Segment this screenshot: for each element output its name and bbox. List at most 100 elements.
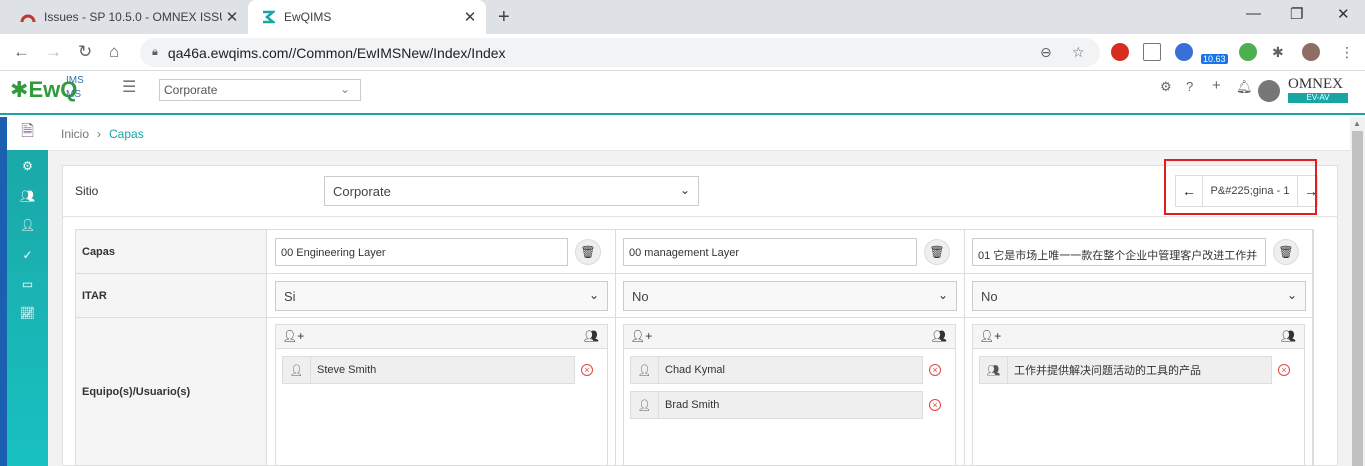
browser-tab-bar: Issues - SP 10.5.0 - OMNEX ISSUE ✕ EwQIM… <box>0 0 1365 34</box>
globe-extension-icon[interactable] <box>1239 43 1257 61</box>
sitio-select[interactable]: Corporate ⌄ <box>324 176 699 206</box>
member-item: 👤︎ Brad Smith <box>630 391 923 419</box>
home-icon[interactable]: ⌂ <box>109 42 119 62</box>
help-icon[interactable]: ? <box>1186 79 1193 94</box>
document-nav-icon[interactable]: 🗎 <box>7 117 48 150</box>
omnex-issues-icon <box>20 9 36 25</box>
add-group-icon[interactable]: 👥︎ <box>932 329 947 343</box>
team-box-header: 👤︎+ 👥︎ <box>276 325 607 349</box>
row-label-capas: Capas <box>76 230 267 274</box>
adblock-icon[interactable] <box>1111 43 1129 61</box>
chevron-down-icon: ⌄ <box>339 82 350 96</box>
breadcrumb: Inicio › Capas <box>48 117 1350 151</box>
delete-layer-button[interactable]: 🗑︎ <box>575 239 601 265</box>
member-item: 👤︎ Chad Kymal <box>630 356 923 384</box>
browser-tab-ewqims[interactable]: EwQIMS ✕ <box>248 0 486 34</box>
capa-name-input[interactable]: 00 management Layer <box>623 238 917 266</box>
settings-gear-icon[interactable]: ⚙ <box>1160 79 1172 95</box>
site-selector[interactable]: Corporate ⌄ <box>159 79 361 101</box>
omnex-logo: OMNEX EV-AV <box>1288 76 1348 103</box>
vertical-scrollbar[interactable]: ▲ <box>1350 117 1365 466</box>
nav-strip <box>0 117 7 466</box>
delete-layer-button[interactable]: 🗑︎ <box>924 239 950 265</box>
trash-icon: 🗑︎ <box>1278 245 1294 259</box>
team-box: 👤︎+ 👥︎ 👤︎ Steve Smith × <box>275 324 608 466</box>
app-header: ✱EwQ IMS MS ☰ Corporate ⌄ ⚙ ? + 🔔︎ OMNEX… <box>0 71 1365 115</box>
chevron-down-icon: ⌄ <box>1286 288 1297 302</box>
breadcrumb-home-link[interactable]: Inicio <box>61 127 89 141</box>
minimize-icon[interactable]: — <box>1246 5 1261 22</box>
ewqims-logo: ✱EwQ IMS MS <box>10 75 84 102</box>
capa-name-input[interactable]: 00 Engineering Layer <box>275 238 568 266</box>
back-icon[interactable]: ← <box>13 42 30 62</box>
member-item: 👤︎ Steve Smith <box>282 356 575 384</box>
document-extension-icon[interactable] <box>1143 43 1161 61</box>
remove-member-icon[interactable]: × <box>929 364 941 376</box>
user-icon: 👤︎ <box>283 357 311 383</box>
breadcrumb-current: Capas <box>109 126 144 141</box>
add-user-icon[interactable]: 👤︎+ <box>979 329 1001 343</box>
remove-member-icon[interactable]: × <box>581 364 593 376</box>
user-icon: 👤︎ <box>631 357 659 383</box>
sitio-label: Sitio <box>75 184 99 198</box>
breadcrumb-separator: › <box>97 126 102 141</box>
reload-icon[interactable]: ↻ <box>78 42 92 62</box>
chart-nav-icon[interactable]: 📈︎ <box>7 306 48 320</box>
add-user-icon[interactable]: 👤︎+ <box>630 329 652 343</box>
browser-menu-icon[interactable]: ⋮ <box>1340 44 1354 61</box>
forward-icon[interactable]: → <box>45 42 62 62</box>
chevron-down-icon: ⌄ <box>937 288 948 302</box>
delete-layer-button[interactable]: 🗑︎ <box>1273 239 1299 265</box>
add-user-icon[interactable]: 👤︎+ <box>282 329 304 343</box>
browser-toolbar: ← → ↻ ⌂ 🔒︎ qa46a.ewqims.com//Common/EwIM… <box>0 34 1365 71</box>
bookmark-star-icon[interactable]: ☆ <box>1072 44 1085 61</box>
remove-member-icon[interactable]: × <box>929 399 941 411</box>
team-box: 👤︎+ 👥︎ 👤︎ Chad Kymal × 👤︎ Brad Smith × <box>623 324 956 466</box>
tab-title: Issues - SP 10.5.0 - OMNEX ISSUE <box>44 10 222 24</box>
row-label-itar: ITAR <box>76 274 267 318</box>
user-icon: 👤︎ <box>631 392 659 418</box>
itar-select[interactable]: No ⌄ <box>623 281 957 311</box>
browser-tab-issues[interactable]: Issues - SP 10.5.0 - OMNEX ISSUE ✕ <box>8 0 248 34</box>
member-name: Brad Smith <box>665 399 720 411</box>
close-tab-icon[interactable]: ✕ <box>460 8 480 26</box>
extension-badge[interactable]: 10.63 <box>1201 54 1228 64</box>
remove-member-icon[interactable]: × <box>1278 364 1290 376</box>
chevron-down-icon: ⌄ <box>679 183 690 197</box>
user-check-nav-icon[interactable]: ✓ <box>7 248 48 262</box>
ewqims-icon <box>260 9 276 25</box>
row-label-team: Equipo(s)/Usuario(s) <box>76 318 267 466</box>
address-bar[interactable]: 🔒︎ qa46a.ewqims.com//Common/EwIMSNew/Ind… <box>140 38 1100 67</box>
team-box-header: 👤︎+ 👥︎ <box>973 325 1304 349</box>
close-tab-icon[interactable]: ✕ <box>222 8 242 26</box>
hamburger-menu-icon[interactable]: ☰ <box>122 77 136 97</box>
notification-bell-icon[interactable]: 🔔︎ <box>1236 79 1253 95</box>
add-group-icon[interactable]: 👥︎ <box>1281 329 1296 343</box>
profile-avatar[interactable] <box>1302 43 1320 61</box>
user-settings-nav-icon[interactable]: 👤︎ <box>7 218 48 232</box>
capa-name-input[interactable]: 01 它是市场上唯一一款在整个企业中管理客户改进工作并 <box>972 238 1266 266</box>
team-icon: 👥︎ <box>980 357 1008 383</box>
restore-icon[interactable]: ❐ <box>1290 5 1303 23</box>
itar-select[interactable]: Si ⌄ <box>275 281 608 311</box>
user-avatar[interactable] <box>1258 80 1280 102</box>
scroll-up-icon[interactable]: ▲ <box>1353 119 1361 128</box>
zoom-icon[interactable]: ⊖ <box>1040 44 1052 61</box>
url-text: qa46a.ewqims.com//Common/EwIMSNew/Index/… <box>167 44 506 61</box>
new-tab-button[interactable]: + <box>498 6 510 29</box>
left-navigation: 🗎 ⚙ 👥︎ 👤︎ ✓ ▭ 📈︎ <box>0 117 48 466</box>
scrollbar-thumb[interactable] <box>1352 131 1363 466</box>
close-window-icon[interactable]: ✕ <box>1337 5 1350 23</box>
lock-icon: 🔒︎ <box>152 46 158 58</box>
settings-nav-icon[interactable]: ⚙ <box>7 159 48 173</box>
add-icon[interactable]: + <box>1212 77 1221 94</box>
member-item: 👥︎ 工作并提供解决问题活动的工具的产品 <box>979 356 1272 384</box>
itar-select[interactable]: No ⌄ <box>972 281 1306 311</box>
extensions-puzzle-icon[interactable]: ✱ <box>1272 44 1284 61</box>
divider <box>62 216 1338 217</box>
firefox-extension-icon[interactable] <box>1175 43 1193 61</box>
reports-nav-icon[interactable]: ▭ <box>7 277 48 291</box>
users-nav-icon[interactable]: 👥︎ <box>7 189 48 203</box>
tab-title: EwQIMS <box>284 10 332 24</box>
add-group-icon[interactable]: 👥︎ <box>584 329 599 343</box>
